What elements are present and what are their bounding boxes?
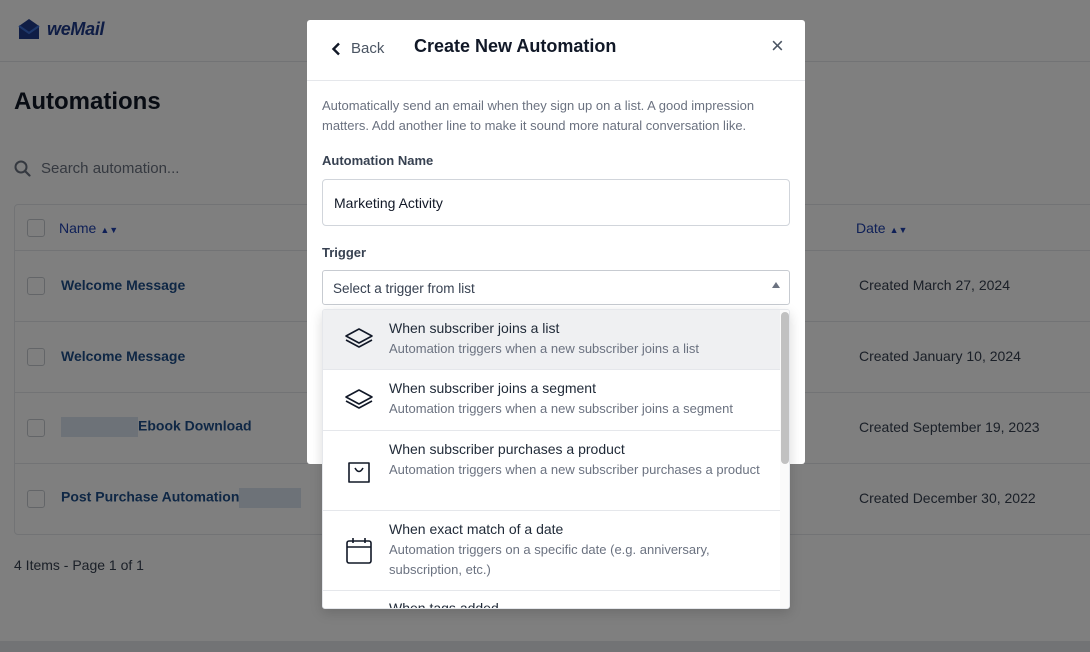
calendar-icon (346, 538, 372, 564)
trigger-option-description: Automation triggers when a new subscribe… (389, 341, 699, 356)
shopping-bag-icon (348, 462, 370, 483)
layers-icon (345, 389, 373, 409)
trigger-option-description: Automation triggers on a specific date (… (389, 542, 710, 577)
trigger-option-title: When subscriber purchases a product (389, 441, 625, 457)
trigger-option-title: When subscriber joins a list (389, 320, 560, 336)
automation-name-label: Automation Name (322, 153, 434, 168)
trigger-option[interactable]: When subscriber joins a segment Automati… (323, 370, 780, 431)
caret-up-icon (772, 282, 780, 288)
trigger-select-placeholder: Select a trigger from list (333, 281, 475, 296)
automation-name-input[interactable] (322, 179, 790, 226)
modal-title: Create New Automation (414, 36, 617, 56)
back-label: Back (351, 40, 385, 57)
trigger-option[interactable]: When subscriber purchases a product Auto… (323, 431, 780, 511)
scrollbar-thumb[interactable] (781, 312, 789, 464)
chevron-left-icon (331, 42, 340, 55)
dropdown-scrollbar[interactable] (780, 310, 789, 608)
modal-header: Back Create New Automation × (307, 20, 805, 81)
trigger-dropdown-list: When subscriber joins a list Automation … (322, 309, 790, 609)
modal-description: Automatically send an email when they si… (322, 98, 755, 133)
layers-icon (345, 328, 373, 348)
trigger-option[interactable]: When subscriber joins a list Automation … (323, 310, 780, 370)
trigger-option[interactable]: When tags added (323, 591, 780, 609)
trigger-option-description: Automation triggers when a new subscribe… (389, 462, 760, 477)
close-icon[interactable]: × (771, 35, 784, 57)
trigger-option-description: Automation triggers when a new subscribe… (389, 401, 733, 416)
trigger-option-title: When tags added (389, 600, 499, 609)
trigger-option-title: When exact match of a date (389, 521, 564, 537)
trigger-select[interactable]: Select a trigger from list (322, 270, 790, 305)
back-button[interactable]: Back (331, 40, 384, 57)
trigger-option-title: When subscriber joins a segment (389, 380, 596, 396)
trigger-option[interactable]: When exact match of a date Automation tr… (323, 511, 780, 591)
trigger-label: Trigger (322, 245, 367, 260)
tag-icon (344, 605, 374, 609)
